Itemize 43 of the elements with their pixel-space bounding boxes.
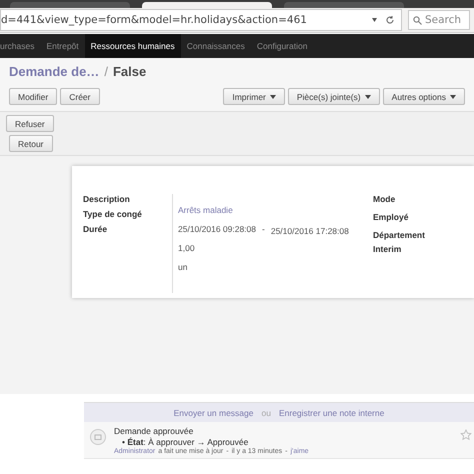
date-to: 25/10/2016 17:28:08 xyxy=(270,226,349,236)
caret-icon xyxy=(450,94,456,98)
state-change: • État: À approuver → Approuvée xyxy=(121,437,250,447)
dropdown-button[interactable]: Imprimer xyxy=(223,88,285,105)
field-label: Département xyxy=(373,230,426,240)
breadcrumb-separator: / xyxy=(104,64,108,79)
field-label: Mode xyxy=(373,194,396,204)
leave-type-link[interactable]: Arrêts maladie xyxy=(178,205,362,215)
log-note-link[interactable]: Enregistrer une note interne xyxy=(278,408,384,418)
action-button[interactable]: Modifier xyxy=(9,88,58,105)
avatar-icon xyxy=(90,429,106,445)
url-field[interactable]: d=441&view_type=form&model=hr.holidays&action=461 xyxy=(0,9,402,31)
dropdown-button[interactable]: Autres options xyxy=(382,88,465,105)
send-message-link[interactable]: Envoyer un message xyxy=(174,408,254,418)
search-icon xyxy=(413,16,422,24)
date-separator: - xyxy=(262,224,265,234)
workflow-button[interactable]: Refuser xyxy=(6,115,54,132)
reload-icon[interactable] xyxy=(385,15,395,25)
dropdown-icon[interactable] xyxy=(372,18,377,22)
dropdown-button[interactable]: Pièce(s) jointe(s) xyxy=(288,88,380,105)
caret-icon xyxy=(270,94,276,98)
menu-item[interactable]: urchases xyxy=(0,34,40,58)
search-field[interactable]: Search xyxy=(408,10,470,30)
field-label: Durée xyxy=(83,224,108,234)
duration-value: 1,00 xyxy=(178,243,196,253)
or-text: ou xyxy=(262,408,271,418)
star-icon[interactable] xyxy=(460,429,472,441)
field-label: Description xyxy=(83,194,131,204)
field-label: Interim xyxy=(373,244,402,254)
menu-item[interactable]: Entrepôt xyxy=(40,34,85,58)
field-label: Employé xyxy=(373,212,410,222)
field-label: Type de congé xyxy=(83,209,143,219)
date-from: 25/10/2016 09:28:08 xyxy=(178,224,256,234)
caret-icon xyxy=(364,94,371,98)
message-title: Demande approuvée xyxy=(114,426,194,436)
menu-item[interactable]: Ressources humaines xyxy=(84,34,181,58)
menu-item[interactable]: Connaissances xyxy=(180,34,251,58)
action-button[interactable]: Créer xyxy=(60,88,100,105)
workflow-button[interactable]: Retour xyxy=(9,135,53,152)
breadcrumb-link[interactable]: Demande de… xyxy=(9,64,100,79)
unit-value: un xyxy=(178,262,188,272)
page-title: False xyxy=(112,64,146,79)
menu-item[interactable]: Configuration xyxy=(250,34,314,58)
